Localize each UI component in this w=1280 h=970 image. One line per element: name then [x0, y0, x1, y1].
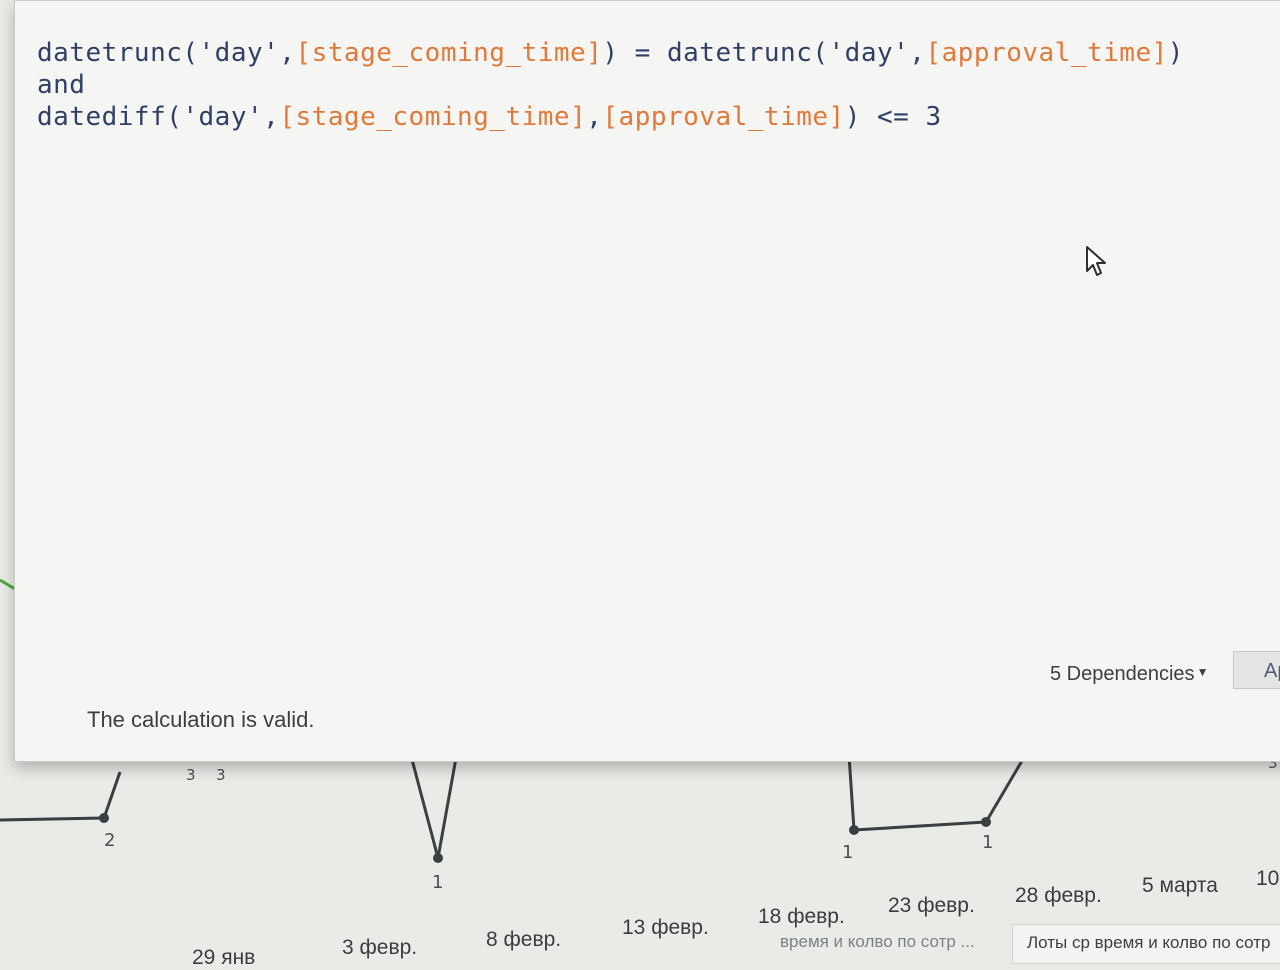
chart-line-segment [853, 820, 987, 832]
sheet-tabs: время и колво по сотр ... Лоты ср время … [780, 924, 1280, 964]
chart-point-label: 3 [186, 766, 196, 784]
chart-point [99, 813, 109, 823]
caret-down-icon: ▼ [1196, 665, 1209, 679]
chart-point [981, 817, 991, 827]
x-axis-tick-label: 13 февр. [622, 916, 709, 939]
apply-button[interactable]: App [1233, 651, 1280, 689]
x-axis-tick-label: 28 февр. [1015, 884, 1102, 907]
x-axis-tick-label: 5 марта [1142, 874, 1218, 897]
code-token: datetrunc('day', [37, 38, 296, 68]
chart-point-label: 1 [432, 872, 443, 893]
code-token: ) [1167, 38, 1184, 68]
validation-status: The calculation is valid. [87, 707, 315, 732]
code-line: and [37, 69, 1267, 101]
dependencies-dropdown[interactable]: 5 Dependencies ▼ [1050, 663, 1208, 686]
x-axis-tick-label: 8 февр. [486, 928, 562, 951]
chart-point-label: 1 [842, 842, 853, 863]
calculation-editor-dialog: datetrunc('day',[stage_coming_time]) = d… [14, 0, 1280, 762]
field-reference: [approval_time] [602, 102, 845, 132]
chart-line-segment [102, 771, 122, 819]
x-axis-tick-label: 10 [1256, 867, 1280, 890]
code-token: and [37, 70, 86, 100]
field-reference: [stage_coming_time] [295, 38, 603, 68]
chart-point [433, 853, 443, 863]
code-token: datediff('day', [37, 102, 280, 132]
chart-point [849, 825, 859, 835]
x-axis-tick-label: 23 февр. [888, 894, 975, 917]
x-axis-tick-label: 29 янв [192, 946, 256, 969]
formula-editor[interactable]: datetrunc('day',[stage_coming_time]) = d… [37, 37, 1267, 637]
sheet-tab[interactable]: время и колво по сотр ... [780, 924, 1000, 964]
code-token: ) = datetrunc('day', [602, 38, 926, 68]
field-reference: [stage_coming_time] [279, 102, 587, 132]
chart-line-segment [0, 816, 105, 822]
x-axis-tick-label: 3 февр. [342, 936, 418, 959]
code-line: datediff('day',[stage_coming_time],[appr… [37, 101, 1267, 133]
chart-line-segment [436, 757, 458, 859]
mouse-pointer-icon [1086, 246, 1106, 276]
chart-point-label: 3 [216, 766, 226, 784]
sheet-tab-active[interactable]: Лоты ср время и колво по сотр [1012, 924, 1280, 964]
code-token: , [586, 102, 603, 132]
dependencies-label: 5 Dependencies [1050, 663, 1195, 685]
chart-line-segment [408, 751, 440, 859]
field-reference: [approval_time] [925, 38, 1168, 68]
code-token: ) <= 3 [844, 102, 942, 132]
chart-point-label: 1 [982, 832, 993, 853]
chart-point-label: 2 [104, 830, 115, 851]
code-line: datetrunc('day',[stage_coming_time]) = d… [37, 37, 1267, 69]
